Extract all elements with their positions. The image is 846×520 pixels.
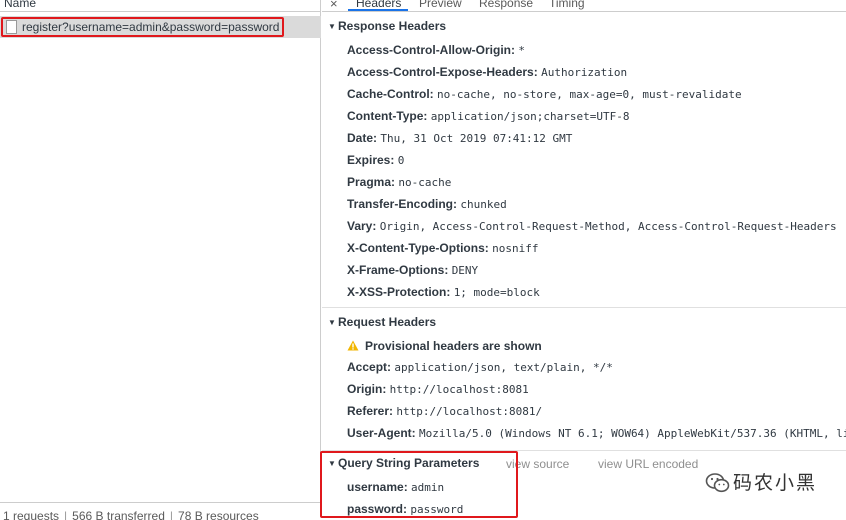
tab-preview[interactable]: Preview [419, 0, 462, 10]
status-transferred: 566 B transferred [72, 509, 165, 520]
request-header-key: Referer: [347, 404, 394, 418]
wechat-logo-icon [705, 473, 730, 493]
request-headers-title[interactable]: ▼ Request Headers [328, 315, 436, 330]
response-header-value: Thu, 31 Oct 2019 07:41:12 GMT [380, 132, 573, 145]
highlight-box-request [1, 17, 284, 37]
response-header-row: X-Content-Type-Options: nosniff [347, 241, 538, 256]
request-row[interactable]: register?username=admin&password=passwor… [0, 16, 321, 38]
response-header-value: Authorization [541, 66, 628, 79]
request-header-key: Origin: [347, 382, 387, 396]
view-url-encoded-link[interactable]: view URL encoded [598, 457, 698, 471]
response-header-value: nosniff [492, 242, 539, 255]
response-header-key: X-XSS-Protection: [347, 285, 451, 299]
highlight-box-query-string [320, 451, 518, 518]
response-header-row: Vary: Origin, Access-Control-Request-Met… [347, 219, 837, 234]
response-header-key: X-Content-Type-Options: [347, 241, 489, 255]
network-request-list: Name register?username=admin&password=pa… [0, 0, 321, 520]
response-header-row: Cache-Control: no-cache, no-store, max-a… [347, 87, 742, 102]
response-header-value: * [518, 44, 525, 57]
collapse-triangle-icon: ▼ [328, 22, 336, 31]
detail-tabbar: × Headers Preview Response Timing [322, 0, 846, 12]
response-header-key: Date: [347, 131, 378, 145]
response-header-value: 1; mode=block [453, 286, 540, 299]
collapse-triangle-icon: ▼ [328, 318, 336, 327]
response-header-value: no-cache [398, 176, 452, 189]
response-header-value: chunked [460, 198, 507, 211]
request-header-key: Accept: [347, 360, 392, 374]
request-header-row: Accept: application/json, text/plain, */… [347, 360, 613, 375]
response-header-key: Cache-Control: [347, 87, 434, 101]
response-header-row: Date: Thu, 31 Oct 2019 07:41:12 GMT [347, 131, 572, 146]
name-column-header[interactable]: Name [0, 0, 321, 12]
response-header-key: Access-Control-Allow-Origin: [347, 43, 516, 57]
response-header-row: X-XSS-Protection: 1; mode=block [347, 285, 540, 300]
response-header-key: Vary: [347, 219, 377, 233]
warning-icon [347, 340, 359, 351]
response-header-row: Expires: 0 [347, 153, 404, 168]
status-resources: 78 B resources [178, 509, 259, 520]
provisional-warning-text: Provisional headers are shown [365, 339, 542, 353]
request-header-row: Origin: http://localhost:8081 [347, 382, 529, 397]
request-header-row: User-Agent: Mozilla/5.0 (Windows NT 6.1;… [347, 426, 846, 441]
watermark-text: 码农小黑 [733, 472, 818, 494]
tab-timing[interactable]: Timing [549, 0, 585, 10]
response-header-key: X-Frame-Options: [347, 263, 449, 277]
response-header-value: no-cache, no-store, max-age=0, must-reva… [437, 88, 742, 101]
response-header-key: Pragma: [347, 175, 396, 189]
network-status-bar: 1 requests | 566 B transferred | 78 B resour… [0, 502, 321, 520]
close-icon[interactable]: × [330, 0, 338, 10]
response-header-key: Transfer-Encoding: [347, 197, 458, 211]
response-header-row: Transfer-Encoding: chunked [347, 197, 507, 212]
request-header-key: User-Agent: [347, 426, 416, 440]
response-header-key: Content-Type: [347, 109, 428, 123]
request-headers-label: Request Headers [338, 315, 437, 329]
active-tab-indicator [348, 9, 408, 11]
request-detail-panel: × Headers Preview Response Timing ▼ Respo… [322, 0, 846, 520]
tab-response[interactable]: Response [479, 0, 533, 10]
request-header-value: application/json, text/plain, */* [394, 361, 613, 374]
response-headers-label: Response Headers [338, 19, 447, 33]
request-header-value: Mozilla/5.0 (Windows NT 6.1; WOW64) Appl… [419, 427, 846, 440]
response-header-value: application/json;charset=UTF-8 [430, 110, 630, 123]
request-header-row: Referer: http://localhost:8081/ [347, 404, 542, 419]
response-header-value: Origin, Access-Control-Request-Method, A… [379, 220, 837, 233]
response-header-row: Content-Type: application/json;charset=U… [347, 109, 629, 124]
response-header-key: Expires: [347, 153, 395, 167]
request-header-value: http://localhost:8081 [389, 383, 529, 396]
status-requests: 1 requests [3, 509, 60, 520]
provisional-warning: Provisional headers are shown [347, 339, 542, 353]
response-header-value: 0 [397, 154, 405, 167]
response-header-row: Access-Control-Allow-Origin: * [347, 43, 525, 58]
section-divider [322, 307, 846, 308]
response-header-row: Access-Control-Expose-Headers: Authoriza… [347, 65, 627, 80]
response-headers-title[interactable]: ▼ Response Headers [328, 19, 446, 34]
response-header-key: Access-Control-Expose-Headers: [347, 65, 538, 79]
response-header-row: X-Frame-Options: DENY [347, 263, 478, 278]
response-header-row: Pragma: no-cache [347, 175, 451, 190]
response-header-value: DENY [451, 264, 479, 277]
request-header-value: http://localhost:8081/ [396, 405, 543, 418]
